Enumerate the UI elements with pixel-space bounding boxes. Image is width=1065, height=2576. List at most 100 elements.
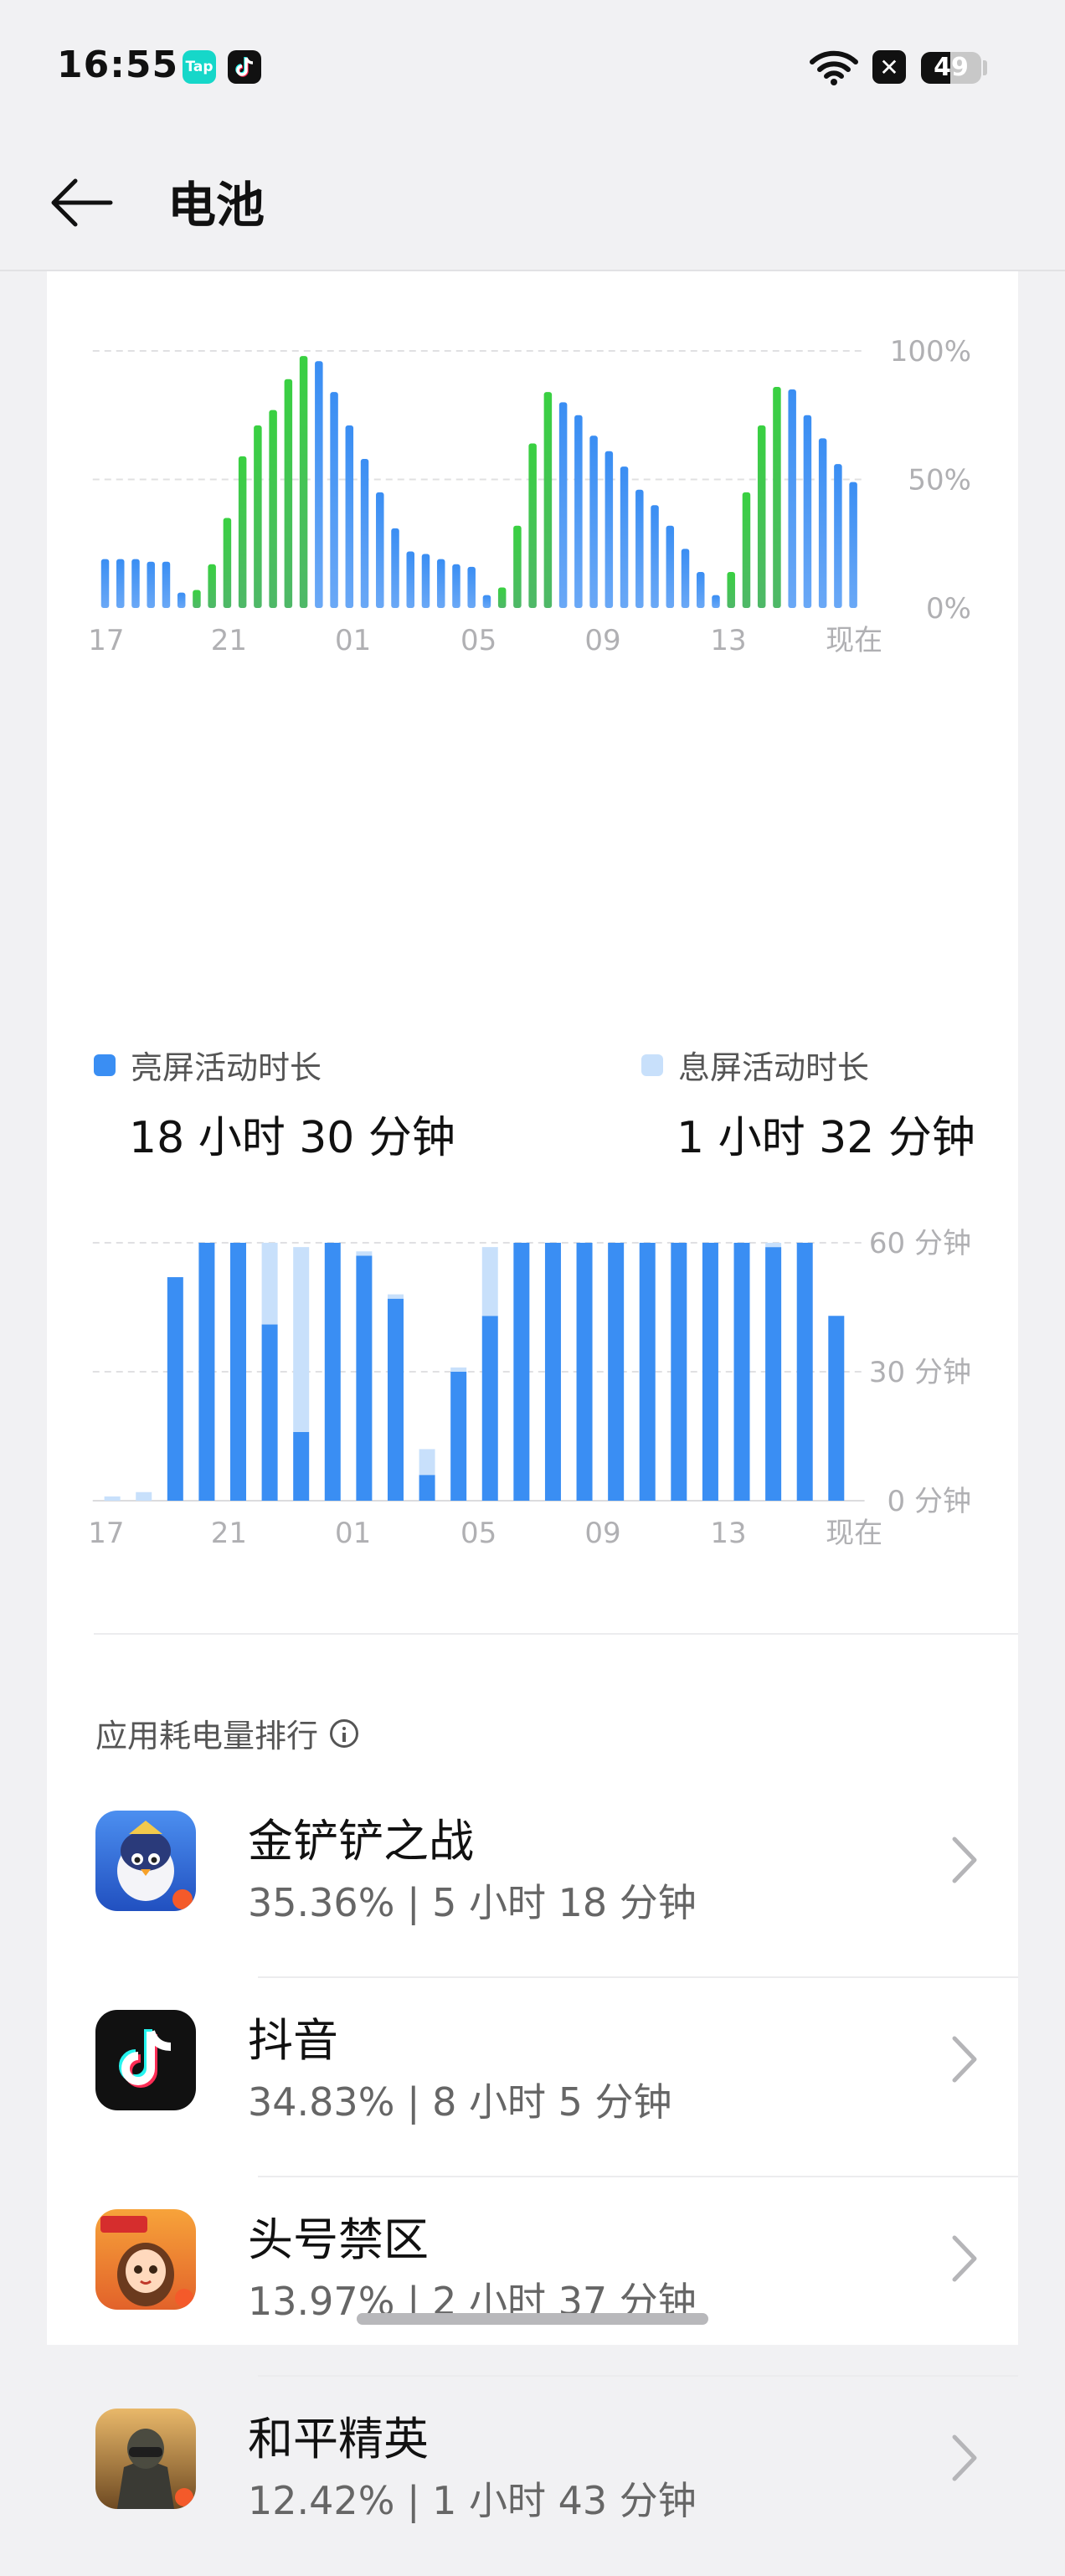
- battery-level-bar: [315, 361, 323, 608]
- screen-on-bar: [324, 1243, 341, 1501]
- jinchanchan-app-icon: [95, 1811, 196, 1911]
- chevron-right-icon: [952, 2235, 977, 2282]
- battery-level-bar: [299, 356, 308, 608]
- screen-on-bar: [828, 1316, 845, 1501]
- app-row-touhaojinqu[interactable]: 头号禁区 13.97% | 2 小时 37 分钟: [47, 2177, 1018, 2377]
- battery-level-bar: [254, 425, 262, 608]
- x-tick-label: 09: [584, 1517, 620, 1550]
- screen-off-bar: [356, 1251, 373, 1256]
- touhaojinqu-app-icon: [95, 2209, 196, 2310]
- screen-on-bar: [608, 1243, 625, 1501]
- status-bar: 16:55 Tap ✕ 49: [0, 0, 1065, 134]
- arrow-left-icon: [51, 178, 113, 227]
- app-header: 电池: [0, 134, 1065, 271]
- screen-on-bar: [293, 1431, 310, 1501]
- battery-level-bar: [467, 566, 476, 608]
- battery-level: 49: [934, 53, 969, 82]
- page-title: 电池: [167, 177, 265, 234]
- battery-level-bar: [605, 451, 614, 608]
- battery-level-bar: [681, 549, 690, 608]
- battery-level-bar: [177, 592, 186, 608]
- info-icon[interactable]: [330, 1718, 359, 1748]
- x-tick-label: 13: [710, 1517, 746, 1550]
- battery-level-bar: [788, 389, 796, 608]
- battery-level-bar: [376, 492, 384, 608]
- legend-dot-screen-off: [641, 1054, 663, 1076]
- chevron-right-icon: [952, 2434, 977, 2481]
- app-name: 和平精英: [248, 2413, 429, 2465]
- screen-on-bar: [796, 1243, 813, 1501]
- battery-level-bar: [589, 435, 598, 608]
- x-tick-label: 17: [88, 624, 124, 657]
- screen-off-bar: [104, 1496, 121, 1501]
- legend-screen-on: 亮屏活动时长: [94, 1042, 322, 1088]
- battery-level-bar: [284, 379, 293, 608]
- x-tick-label: 13: [710, 624, 746, 657]
- battery-level-bar: [849, 482, 857, 608]
- y-tick-label: 60 分钟: [869, 1227, 971, 1260]
- battery-level-bar: [497, 587, 507, 608]
- battery-level-bar: [147, 561, 155, 608]
- battery-level-bar: [834, 464, 842, 608]
- app-name: 抖音: [248, 2014, 338, 2067]
- battery-level-bar: [742, 492, 751, 608]
- app-name: 头号禁区: [248, 2213, 429, 2266]
- legend-label-screen-on: 亮屏活动时长: [131, 1049, 322, 1086]
- battery-level-bar: [712, 595, 720, 608]
- y-tick-label: 0%: [926, 592, 971, 626]
- y-tick-label: 0 分钟: [888, 1485, 971, 1518]
- ranking-title-text: 应用耗电量排行: [95, 1718, 319, 1754]
- battery-level-bar: [773, 386, 781, 608]
- activity-chart: 60 分钟 30 分钟 0 分钟 17 21 01 05 09 13 现在: [88, 1227, 971, 1550]
- screen-on-bar: [356, 1255, 373, 1501]
- battery-card: 100% 50% 0% 17 21 01 05 09 13 现在 亮屏活动时长 18 小时 30 …: [47, 271, 1018, 2523]
- battery-level-bar: [116, 559, 125, 608]
- x-tick-label: 01: [335, 624, 371, 657]
- x-app-icon: ✕: [872, 50, 906, 84]
- screen-on-bar: [576, 1243, 593, 1501]
- x-tick-label: 现在: [826, 624, 882, 657]
- battery-level-bar: [345, 425, 354, 608]
- screen-on-bar: [387, 1298, 404, 1501]
- battery-level-bar: [757, 425, 766, 608]
- battery-nub: [983, 60, 987, 75]
- screen-on-bar: [733, 1243, 750, 1501]
- battery-level-bar: [558, 402, 568, 608]
- app-row-douyin[interactable]: 抖音 34.83% | 8 小时 5 分钟: [47, 1978, 1018, 2177]
- app-row-jinchanchan[interactable]: 金铲铲之战 35.36% | 5 小时 18 分钟: [47, 1779, 1018, 1978]
- back-button[interactable]: [47, 167, 117, 238]
- battery-level-bar: [436, 559, 445, 608]
- battery-level-bar: [238, 456, 247, 608]
- home-indicator[interactable]: [357, 2313, 708, 2325]
- screen-off-duration: 1 小时 32 分钟: [677, 1113, 975, 1163]
- legend-screen-off: 息屏活动时长: [641, 1042, 869, 1088]
- x-tick-label: 现在: [826, 1517, 882, 1550]
- battery-level-bar: [482, 595, 491, 608]
- chevron-right-icon: [952, 1837, 977, 1883]
- wifi-icon: [809, 49, 859, 89]
- battery-level-bar: [727, 572, 735, 608]
- battery-level-bar: [208, 564, 216, 608]
- legend-label-screen-off: 息屏活动时长: [678, 1049, 870, 1086]
- screen-on-bar: [198, 1243, 215, 1501]
- screen-off-bar: [293, 1247, 310, 1432]
- hepingjingying-app-icon: [95, 2409, 196, 2509]
- screen-off-bar: [765, 1243, 782, 1248]
- chevron-right-icon: [952, 2036, 977, 2083]
- legend-dot-screen-on: [94, 1054, 116, 1076]
- battery-level-bar: [818, 438, 827, 608]
- x-tick-label: 05: [460, 624, 496, 657]
- y-tick-label: 100%: [890, 335, 971, 368]
- screen-on-bar: [639, 1243, 656, 1501]
- battery-level-bar: [543, 392, 553, 608]
- screen-off-bar: [387, 1294, 404, 1299]
- x-tick-label: 05: [460, 1517, 496, 1550]
- screen-on-bar: [765, 1247, 782, 1501]
- battery-level-bar: [635, 489, 644, 608]
- screen-off-bar: [481, 1247, 498, 1316]
- battery-level-bar: [269, 410, 277, 608]
- app-row-hepingjingying[interactable]: 和平精英 12.42% | 1 小时 43 分钟: [47, 2377, 1018, 2576]
- screen-on-bar: [671, 1243, 687, 1501]
- douyin-app-icon: [95, 2010, 196, 2110]
- screen-on-bar: [230, 1243, 247, 1501]
